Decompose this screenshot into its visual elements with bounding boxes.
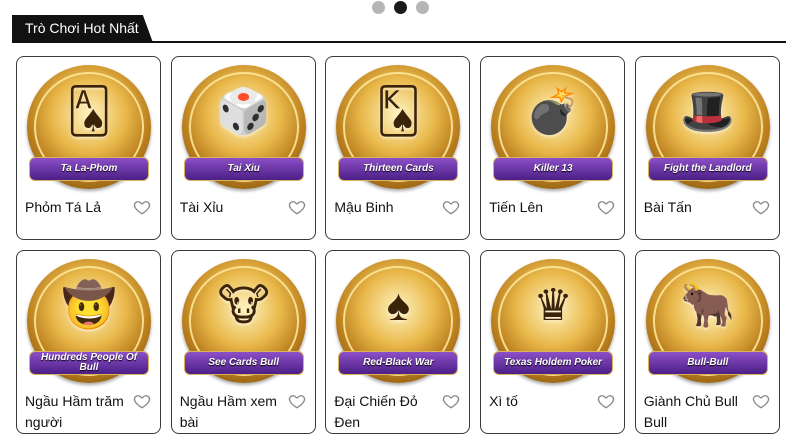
game-artwork-icon: ♛: [533, 281, 573, 330]
game-card-phom[interactable]: 🂡 Ta La-Phom Phỏm Tá Lả: [16, 56, 161, 240]
game-title[interactable]: Tài Xỉu: [180, 197, 286, 218]
game-card-bai-tan[interactable]: 🎩 Fight the Landlord Bài Tấn: [634, 56, 780, 240]
favorite-heart-icon[interactable]: [133, 392, 151, 410]
game-artwork-icon: 🐮: [217, 281, 270, 330]
favorite-heart-icon[interactable]: [288, 198, 306, 216]
game-banner: Texas Holdem Poker: [493, 351, 614, 375]
favorite-heart-icon[interactable]: [752, 198, 770, 216]
game-thumbnail[interactable]: ♠ Red-Black War: [334, 257, 462, 385]
game-card-xi-to[interactable]: ♛ Texas Holdem Poker Xì tố: [480, 250, 626, 434]
game-title[interactable]: Mậu Binh: [334, 197, 440, 218]
game-title[interactable]: Xì tố: [489, 391, 595, 412]
game-artwork-icon: 🐂: [680, 281, 736, 330]
game-card-ngau-ham-tram[interactable]: 🤠 Hundreds People Of Bull Ngầu Hầm trăm ng…: [16, 250, 161, 434]
game-artwork-icon: 🎲: [216, 87, 272, 136]
carousel-dot-1[interactable]: [371, 1, 385, 14]
game-banner: Red-Black War: [338, 351, 459, 375]
game-card-dai-chien[interactable]: ♠ Red-Black War Đại Chiến Đỏ Đen: [325, 250, 471, 434]
game-banner: Hundreds People Of Bull: [29, 351, 149, 375]
game-thumbnail[interactable]: 🐮 See Cards Bull: [180, 257, 308, 385]
game-title[interactable]: Bài Tấn: [644, 197, 750, 218]
game-artwork-icon: 🂡: [66, 87, 112, 136]
game-banner: Bull-Bull: [647, 351, 768, 375]
game-card-mau-binh[interactable]: 🂮 Thirteen Cards Mậu Binh: [325, 56, 471, 240]
game-thumbnail[interactable]: 🤠 Hundreds People Of Bull: [25, 257, 153, 385]
favorite-heart-icon[interactable]: [133, 198, 151, 216]
section-title: Trò Chơi Hot Nhất: [12, 15, 153, 42]
game-card-tai-xiu[interactable]: 🎲 Tai Xiu Tài Xỉu: [170, 56, 316, 240]
game-title[interactable]: Ngầu Hầm xem bài: [180, 391, 286, 433]
game-card-bull-bull[interactable]: 🐂 Bull-Bull Giành Chủ Bull Bull: [634, 250, 780, 434]
game-thumbnail[interactable]: ♛ Texas Holdem Poker: [489, 257, 617, 385]
game-card-tien-len[interactable]: 💣 Killer 13 Tiến Lên: [480, 56, 626, 240]
game-grid: 🂡 Ta La-Phom Phỏm Tá Lả 🎲 Tai Xiu Tài Xỉu 🂮 Thi…: [16, 56, 780, 434]
game-thumbnail[interactable]: 🎩 Fight the Landlord: [644, 63, 772, 191]
game-artwork-icon: 💣: [525, 87, 581, 136]
game-banner: See Cards Bull: [183, 351, 304, 375]
carousel-dot-3[interactable]: [415, 1, 429, 14]
game-artwork-icon: 🎩: [680, 87, 736, 136]
game-banner: Ta La-Phom: [29, 157, 149, 181]
section-header: Trò Chơi Hot Nhất: [12, 15, 786, 43]
game-banner: Killer 13: [493, 157, 614, 181]
favorite-heart-icon[interactable]: [442, 392, 460, 410]
carousel-pagination: [0, 1, 800, 15]
game-thumbnail[interactable]: 🎲 Tai Xiu: [180, 63, 308, 191]
carousel-dot-2[interactable]: [393, 1, 407, 14]
game-card-ngau-ham-xem[interactable]: 🐮 See Cards Bull Ngầu Hầm xem bài: [170, 250, 316, 434]
favorite-heart-icon[interactable]: [597, 392, 615, 410]
game-thumbnail[interactable]: 💣 Killer 13: [489, 63, 617, 191]
game-thumbnail[interactable]: 🂡 Ta La-Phom: [25, 63, 153, 191]
game-title[interactable]: Đại Chiến Đỏ Đen: [334, 391, 440, 433]
game-title[interactable]: Giành Chủ Bull Bull: [644, 391, 750, 433]
favorite-heart-icon[interactable]: [288, 392, 306, 410]
game-banner: Fight the Landlord: [647, 157, 768, 181]
game-thumbnail[interactable]: 🐂 Bull-Bull: [644, 257, 772, 385]
game-thumbnail[interactable]: 🂮 Thirteen Cards: [334, 63, 462, 191]
favorite-heart-icon[interactable]: [442, 198, 460, 216]
favorite-heart-icon[interactable]: [597, 198, 615, 216]
game-title[interactable]: Phỏm Tá Lả: [25, 197, 131, 218]
game-banner: Tai Xiu: [183, 157, 304, 181]
favorite-heart-icon[interactable]: [752, 392, 770, 410]
game-artwork-icon: ♠: [386, 281, 411, 330]
game-artwork-icon: 🂮: [375, 87, 421, 136]
game-artwork-icon: 🤠: [61, 281, 117, 330]
game-banner: Thirteen Cards: [338, 157, 459, 181]
game-title[interactable]: Tiến Lên: [489, 197, 595, 218]
game-title[interactable]: Ngầu Hầm trăm người: [25, 391, 131, 433]
